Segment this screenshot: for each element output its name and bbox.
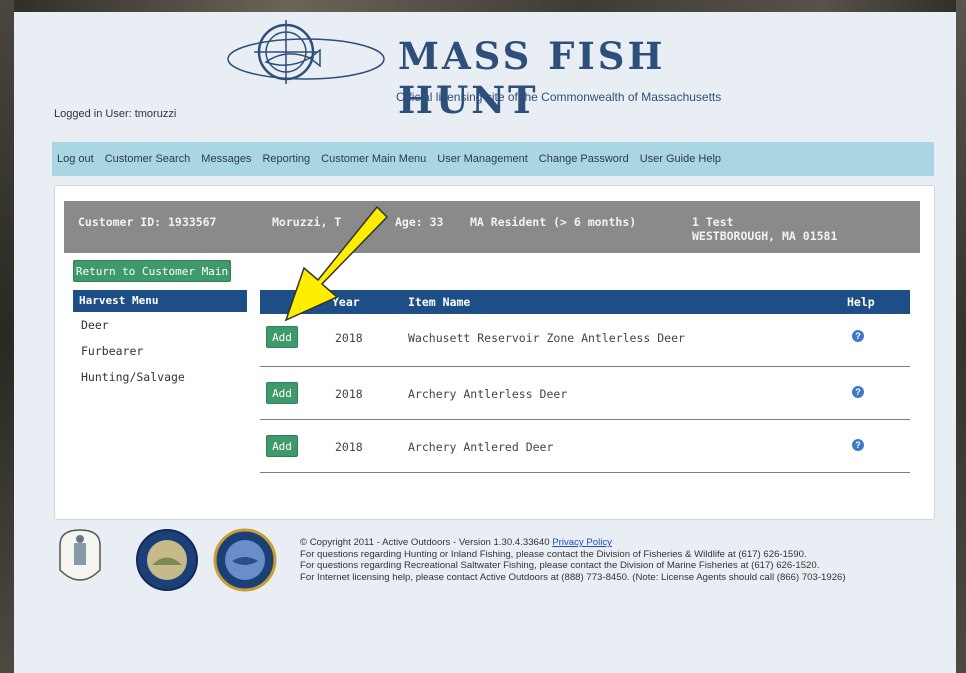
row-item-name: Archery Antlerless Deer — [408, 387, 568, 401]
add-button[interactable]: Add — [266, 435, 298, 457]
brand-title: MASS FISH HUNT — [398, 34, 666, 122]
marine-fisheries-seal-icon — [213, 528, 277, 592]
logged-in-user: Logged in User: tmoruzzi — [54, 108, 177, 120]
nav-customer-main-menu[interactable]: Customer Main Menu — [321, 153, 426, 165]
footer-contact-hunting: For questions regarding Hunting or Inlan… — [300, 548, 807, 560]
footer-seals — [50, 525, 290, 600]
row-year: 2018 — [335, 331, 363, 345]
row-item-name: Wachusett Reservoir Zone Antlerless Deer — [408, 331, 685, 345]
annotation-arrow-icon — [284, 205, 389, 322]
row-item-name: Archery Antlered Deer — [408, 440, 554, 454]
footer-contact-internet: For Internet licensing help, please cont… — [300, 571, 846, 583]
help-icon[interactable]: ? — [852, 330, 864, 342]
nav-log-out[interactable]: Log out — [57, 153, 94, 165]
privacy-policy-link[interactable]: Privacy Policy — [552, 537, 612, 548]
column-header-help: Help — [847, 295, 875, 309]
column-header-item-name: Item Name — [408, 295, 471, 309]
footer-text: © Copyright 2011 - Active Outdoors - Ver… — [300, 537, 846, 583]
harvest-menu-item-deer[interactable]: Deer — [73, 312, 247, 338]
nav-customer-search[interactable]: Customer Search — [105, 153, 191, 165]
table-row: Add 2018 Archery Antlerless Deer ? — [260, 367, 910, 420]
top-nav: Log out Customer Search Messages Reporti… — [52, 142, 934, 176]
harvest-menu-item-furbearer[interactable]: Furbearer Hunting/Salvage — [73, 338, 247, 384]
brand-subtitle: Official licensing site of the Commonwea… — [396, 90, 722, 104]
help-icon[interactable]: ? — [852, 386, 864, 398]
table-row: Add 2018 Archery Antlered Deer ? — [260, 420, 910, 473]
customer-address-line1: 1 Test — [692, 215, 734, 229]
footer-copyright-line: © Copyright 2011 - Active Outdoors - Ver… — [300, 537, 846, 549]
background-frame-right — [956, 0, 966, 673]
add-button[interactable]: Add — [266, 382, 298, 404]
main-panel: Customer ID: 1933567 Moruzzi, T Age: 33 … — [54, 185, 935, 520]
fisheries-wildlife-seal-icon — [136, 529, 198, 591]
harvest-menu-title: Harvest Menu — [73, 290, 247, 312]
harvest-menu: Harvest Menu Deer Furbearer Hunting/Salv… — [73, 290, 247, 384]
nav-change-password[interactable]: Change Password — [539, 153, 629, 165]
site-logo: MASS FISH HUNT Official licensing site o… — [226, 18, 786, 122]
commonwealth-seal-icon — [59, 529, 101, 581]
nav-reporting[interactable]: Reporting — [262, 153, 310, 165]
nav-user-guide-help[interactable]: User Guide Help — [640, 153, 721, 165]
background-frame-left — [0, 0, 14, 673]
customer-id: Customer ID: 1933567 — [78, 215, 217, 229]
state-seals-icon — [59, 528, 277, 592]
help-icon[interactable]: ? — [852, 439, 864, 451]
crosshair-fish-logo-icon — [227, 20, 385, 84]
footer-contact-saltwater: For questions regarding Recreational Sal… — [300, 560, 820, 571]
nav-user-management[interactable]: User Management — [437, 153, 528, 165]
return-to-customer-main-button[interactable]: Return to Customer Main — [73, 260, 231, 282]
page: MASS FISH HUNT Official licensing site o… — [14, 12, 956, 673]
customer-address-line2: WESTBOROUGH, MA 01581 — [692, 229, 838, 243]
customer-residency: MA Resident (> 6 months) — [470, 215, 637, 229]
nav-messages[interactable]: Messages — [201, 153, 251, 165]
footer-copyright: © Copyright 2011 - Active Outdoors - Ver… — [300, 537, 553, 548]
row-year: 2018 — [335, 387, 363, 401]
customer-info-bar: Customer ID: 1933567 Moruzzi, T Age: 33 … — [64, 201, 920, 253]
row-year: 2018 — [335, 440, 363, 454]
customer-age: Age: 33 — [395, 215, 444, 229]
